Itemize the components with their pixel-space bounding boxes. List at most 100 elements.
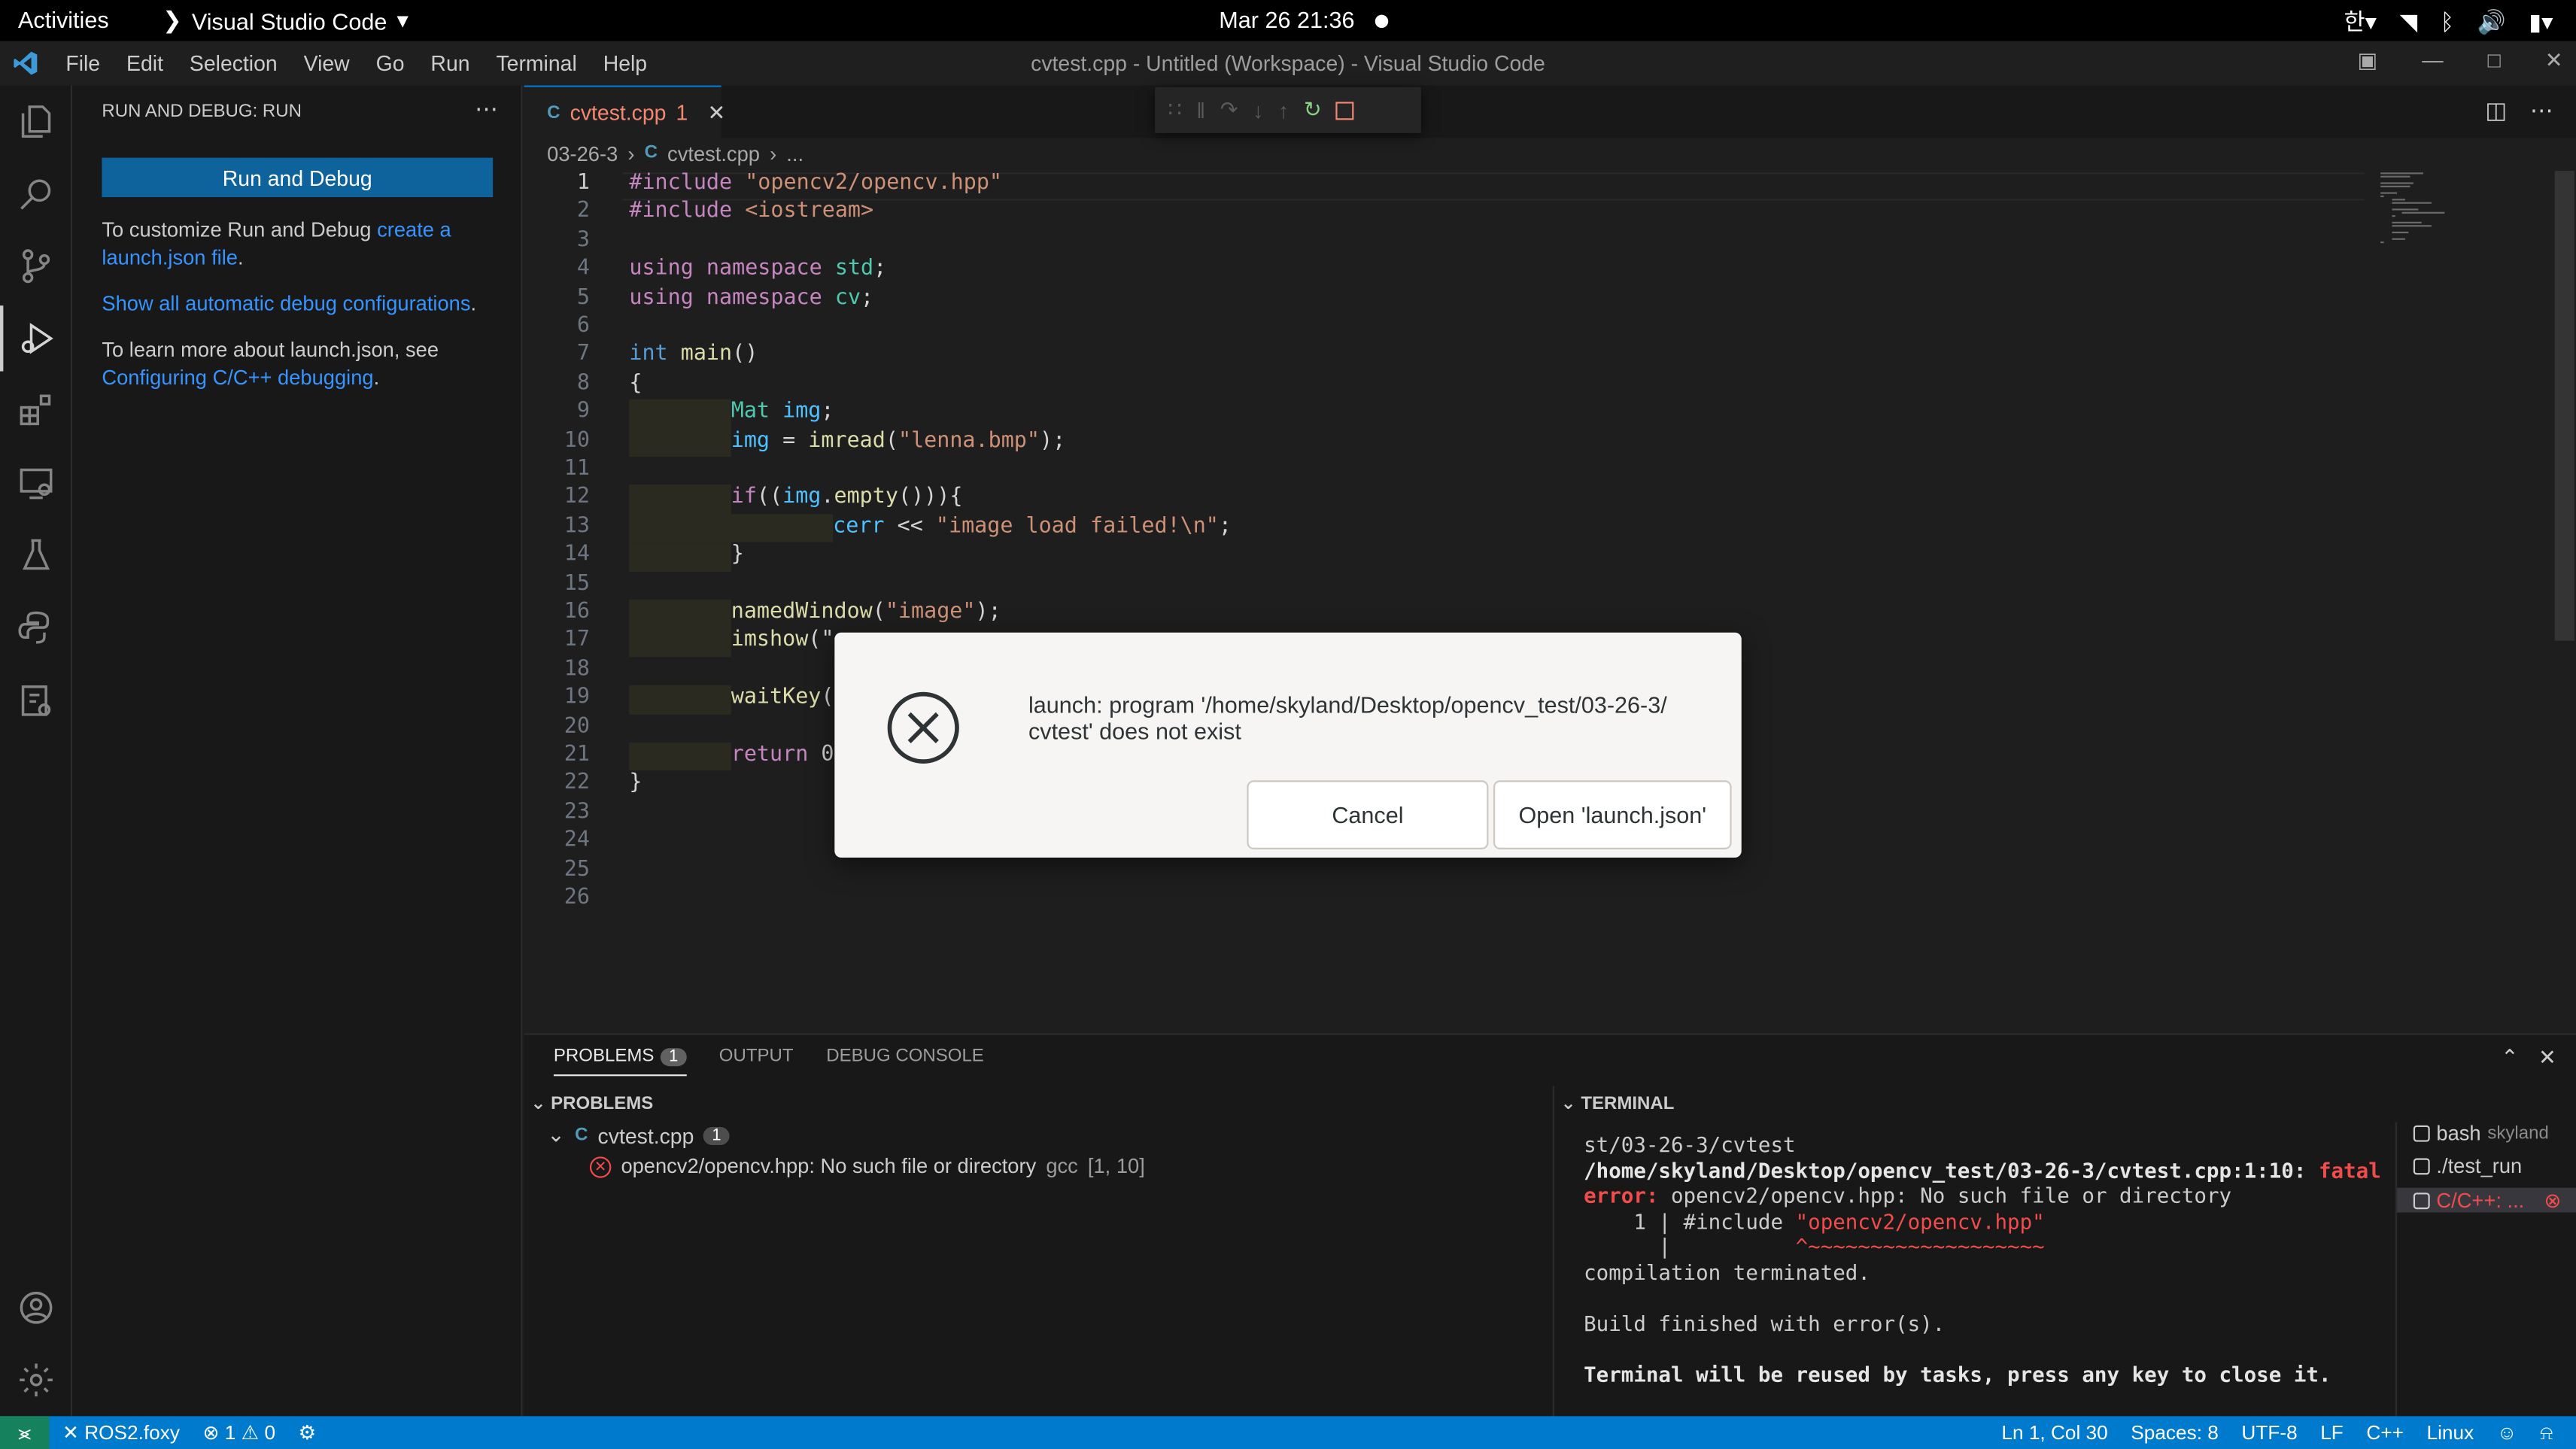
- line-number: 19: [564, 685, 590, 710]
- notifications-bell-icon[interactable]: ⍾: [2540, 1421, 2553, 1446]
- configuring-cpp-debugging-link[interactable]: Configuring C/C++ debugging: [102, 366, 373, 389]
- terminal-icon: [2413, 1192, 2430, 1209]
- stop-icon[interactable]: [1336, 101, 1355, 120]
- code-line[interactable]: 3: [524, 228, 2381, 257]
- code-line[interactable]: 6: [524, 314, 2381, 342]
- split-editor-icon[interactable]: ◫: [2485, 97, 2507, 125]
- minimap[interactable]: [2376, 171, 2553, 269]
- python-icon[interactable]: [0, 594, 72, 660]
- show-all-configurations-link[interactable]: Show all automatic debug configurations: [102, 293, 470, 316]
- open-launch-json-button[interactable]: Open 'launch.json': [1493, 780, 1732, 849]
- search-icon[interactable]: [0, 161, 72, 226]
- step-out-icon[interactable]: ↑: [1278, 98, 1289, 123]
- indent-guide: [629, 399, 731, 429]
- language-mode[interactable]: C++: [2366, 1421, 2404, 1446]
- encoding[interactable]: UTF-8: [2241, 1421, 2297, 1446]
- code-line[interactable]: 5 using namespace cv;: [524, 285, 2381, 314]
- terminal-icon: [2413, 1125, 2430, 1142]
- code-line[interactable]: 10 img = imread("lenna.bmp");: [524, 428, 2381, 457]
- close-tab-icon[interactable]: ✕: [708, 99, 726, 126]
- chevron-down-icon: ⌄: [547, 1122, 565, 1147]
- code-line[interactable]: 25: [524, 857, 2381, 886]
- tab-output[interactable]: OUTPUT: [719, 1046, 794, 1076]
- editor-scrollbar[interactable]: [2554, 171, 2574, 641]
- remote-indicator-icon[interactable]: ⪤: [0, 1416, 50, 1449]
- terminal-item-test-run[interactable]: ./test_run: [2413, 1155, 2522, 1178]
- code-line[interactable]: 13 cerr << "image load failed!\n";: [524, 514, 2381, 543]
- code-line[interactable]: 1 #include "opencv2/opencv.hpp": [524, 171, 2381, 199]
- maximize-icon[interactable]: □: [2488, 47, 2501, 74]
- code-editor[interactable]: 1 #include "opencv2/opencv.hpp" 2 #include …: [524, 171, 2381, 1025]
- platform[interactable]: Linux: [2427, 1421, 2474, 1446]
- problem-file-row[interactable]: ⌄ C cvtest.cpp 1: [547, 1122, 730, 1148]
- app-menu[interactable]: ❯ Visual Studio Code ▾: [163, 7, 409, 35]
- close-icon[interactable]: ✕: [2545, 47, 2563, 74]
- code-text: {: [629, 371, 642, 396]
- period: .: [373, 365, 380, 389]
- code-line[interactable]: 16 namedWindow("image");: [524, 600, 2381, 629]
- testing-icon[interactable]: [0, 522, 72, 588]
- tab-debug-console[interactable]: DEBUG CONSOLE: [826, 1046, 984, 1076]
- explorer-icon[interactable]: [0, 89, 72, 154]
- line-number: 21: [564, 743, 590, 767]
- tab-problems[interactable]: PROBLEMS 1: [553, 1046, 687, 1077]
- extensions-icon[interactable]: [0, 378, 72, 443]
- terminal-item-bash[interactable]: bash skyland: [2413, 1122, 2549, 1145]
- problem-row[interactable]: ✕ opencv2/opencv.hpp: No such file or di…: [589, 1155, 1145, 1178]
- docker-icon[interactable]: [0, 667, 72, 733]
- cancel-button[interactable]: Cancel: [1247, 780, 1489, 849]
- drag-handle-icon[interactable]: ∷: [1168, 97, 1182, 123]
- end-of-line[interactable]: LF: [2320, 1421, 2344, 1446]
- code-line[interactable]: 14}: [524, 542, 2381, 572]
- terminal-view: ⌄ TERMINAL st/03-26-3/cvtest /home/skyla…: [1552, 1086, 2576, 1418]
- more-actions-icon[interactable]: ⋯: [2530, 97, 2553, 125]
- activities-button[interactable]: Activities: [18, 7, 109, 33]
- debug-launch-icon[interactable]: ⚙: [299, 1421, 317, 1444]
- more-actions-icon[interactable]: ⋯: [475, 96, 498, 123]
- remote-explorer-icon[interactable]: [0, 450, 72, 515]
- code-line[interactable]: 4 using namespace std;: [524, 257, 2381, 285]
- code-line[interactable]: 2 #include <iostream>: [524, 199, 2381, 228]
- run-debug-icon[interactable]: [0, 305, 72, 372]
- system-tray[interactable]: 한▾ ◥ ᛒ 🔊 ▮▾: [2344, 5, 2553, 38]
- code-line[interactable]: 11: [524, 457, 2381, 485]
- close-panel-icon[interactable]: ✕: [2538, 1045, 2556, 1071]
- pause-icon[interactable]: ‖: [1196, 98, 1205, 123]
- run-and-debug-button[interactable]: Run and Debug: [102, 157, 494, 198]
- clock[interactable]: Mar 26 21:36: [1219, 7, 1354, 33]
- feedback-icon[interactable]: ☺: [2497, 1421, 2517, 1446]
- restart-icon[interactable]: ↻: [1304, 97, 1322, 123]
- tab-cvtest-cpp[interactable]: C cvtest.cpp 1 ✕: [524, 85, 725, 138]
- code-line[interactable]: 9 Mat img;: [524, 399, 2381, 429]
- code-line[interactable]: 15: [524, 571, 2381, 600]
- accounts-icon[interactable]: [0, 1275, 72, 1341]
- breadcrumb-file[interactable]: cvtest.cpp: [667, 143, 760, 166]
- code-line[interactable]: 7 int main(): [524, 342, 2381, 371]
- code-text: return 0: [731, 743, 834, 767]
- terminal-header[interactable]: ⌄ TERMINAL: [1561, 1092, 1675, 1113]
- indentation[interactable]: Spaces: 8: [2131, 1421, 2219, 1446]
- window-titlebar: File Edit Selection View Go Run Terminal…: [0, 41, 2576, 86]
- input-method-icon[interactable]: 한▾: [2344, 5, 2377, 38]
- terminal-output[interactable]: st/03-26-3/cvtest /home/skyland/Desktop/…: [1584, 1132, 2381, 1389]
- source-control-icon[interactable]: [0, 233, 72, 299]
- code-line[interactable]: 26: [524, 886, 2381, 914]
- code-line[interactable]: 8{: [524, 371, 2381, 399]
- step-over-icon[interactable]: ↷: [1220, 97, 1238, 123]
- minimize-icon[interactable]: —: [2422, 47, 2443, 74]
- status-left: ✕ ROS2.foxy ⊗ 1 ⚠ 0 ⚙: [62, 1421, 316, 1444]
- line-number: 9: [576, 399, 590, 424]
- layout-icon[interactable]: ▣: [2357, 47, 2377, 74]
- gear-icon[interactable]: [0, 1347, 72, 1413]
- remote-status[interactable]: ✕ ROS2.foxy: [62, 1421, 180, 1444]
- breadcrumb-symbol[interactable]: ...: [786, 143, 803, 166]
- code-line[interactable]: 12 if((img.empty())){: [524, 485, 2381, 515]
- breadcrumb-folder[interactable]: 03-26-3: [547, 143, 618, 166]
- step-into-icon[interactable]: ↓: [1253, 98, 1263, 123]
- cursor-position[interactable]: Ln 1, Col 30: [2001, 1421, 2107, 1446]
- line-number: 26: [564, 886, 590, 910]
- problems-status[interactable]: ⊗ 1 ⚠ 0: [203, 1421, 276, 1444]
- problems-header[interactable]: ⌄ PROBLEMS: [530, 1092, 653, 1113]
- terminal-item-cpp-task[interactable]: C/C++: ... ⊗: [2397, 1187, 2576, 1213]
- maximize-panel-icon[interactable]: ⌃: [2501, 1045, 2519, 1071]
